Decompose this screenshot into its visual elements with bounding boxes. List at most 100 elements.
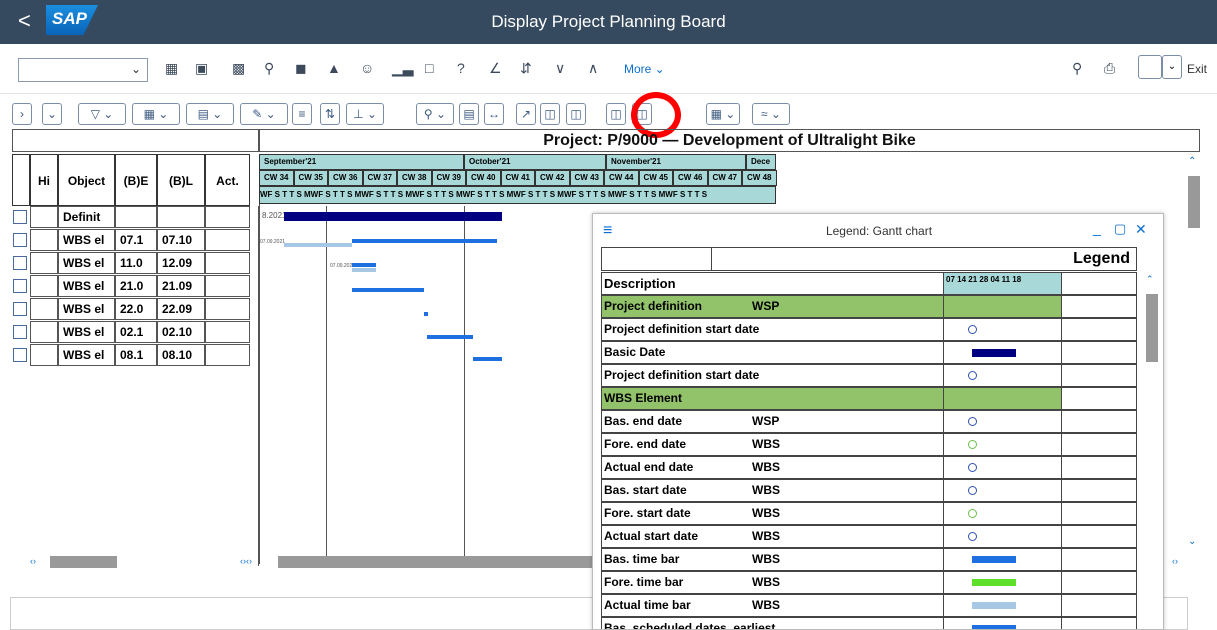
col-object-header[interactable]: Object — [58, 154, 115, 206]
row-checkbox[interactable] — [13, 210, 27, 224]
copy-button[interactable]: ◫ — [540, 103, 560, 125]
legend-description: Actual start date WBS — [602, 526, 944, 547]
col-bl-header[interactable]: (B)L — [157, 154, 205, 206]
edit-button[interactable]: ✎ ⌄ — [240, 103, 288, 125]
bar-date-label: 8.2021 — [262, 211, 287, 220]
close-icon[interactable]: ✕ — [1135, 221, 1147, 238]
row-checkbox[interactable] — [13, 256, 27, 270]
grid-icon[interactable]: ▦ — [165, 60, 178, 77]
shell-bar: < SAP Display Project Planning Board — [0, 0, 1217, 44]
row-checkbox[interactable] — [13, 233, 27, 247]
gantt-bar[interactable] — [424, 312, 428, 316]
collapse-icon[interactable]: ∨ — [555, 60, 565, 77]
table-cell: 02.10 — [157, 321, 205, 343]
more-menu[interactable]: More ⌄ — [624, 62, 665, 76]
scroll-left-icon[interactable]: ‹›‹› — [240, 556, 252, 566]
fit-width-button[interactable]: ↔ — [484, 103, 504, 125]
table-cell[interactable]: WBS el — [58, 229, 115, 251]
filter-button[interactable]: ▽ ⌄ — [78, 103, 126, 125]
row-checkbox[interactable] — [13, 348, 27, 362]
find-icon[interactable]: ⚲ — [264, 60, 274, 77]
legend-row: Fore. start date WBS — [601, 502, 1137, 525]
col-act-header[interactable]: Act. — [205, 154, 250, 206]
vertical-scrollbar[interactable] — [1188, 176, 1200, 228]
table-cell[interactable]: WBS el — [58, 321, 115, 343]
layout-button[interactable]: ▦ ⌄ — [132, 103, 180, 125]
search-icon[interactable]: ⚲ — [1072, 60, 1082, 77]
maximize-icon[interactable]: ▢ — [1114, 221, 1126, 237]
scroll-up-icon[interactable]: ⌃ — [1146, 274, 1154, 285]
settings-dropdown-button[interactable]: ⌄ — [1162, 55, 1182, 79]
col-select-header — [12, 154, 30, 206]
scroll-right-icon[interactable]: ‹› — [1172, 556, 1178, 566]
month-header: September'21 — [259, 154, 464, 170]
gantt-bar[interactable] — [352, 239, 497, 243]
time-bar-icon — [972, 556, 1016, 563]
print-preview-button[interactable]: ◫ — [606, 103, 626, 125]
horizontal-scrollbar[interactable] — [50, 556, 117, 568]
chart-icon[interactable]: ▁▃ — [392, 60, 414, 77]
col-hi-header[interactable]: Hi — [30, 154, 58, 206]
legend-row: Bas. time bar WBS — [601, 548, 1137, 571]
paste-button[interactable]: ◫ — [566, 103, 586, 125]
sort-button[interactable]: ⇅ — [320, 103, 340, 125]
gantt-bar[interactable] — [427, 335, 473, 339]
row-hierarchy — [30, 321, 58, 343]
table-cell[interactable]: WBS el — [58, 344, 115, 366]
save-icon[interactable]: ▩ — [232, 60, 245, 77]
table-cell[interactable]: WBS el — [58, 252, 115, 274]
info-icon[interactable]: ◼ — [295, 60, 307, 77]
zoom-button[interactable]: ⚲ ⌄ — [416, 103, 454, 125]
legend-row: Actual end date WBS — [601, 456, 1137, 479]
gantt-bar[interactable] — [284, 243, 352, 247]
graph-icon[interactable]: ∠ — [489, 60, 502, 77]
legend-vertical-scrollbar[interactable] — [1146, 294, 1158, 362]
nav-next-button[interactable]: › — [12, 103, 32, 125]
legend-symbol — [944, 572, 1062, 593]
print-icon[interactable]: ⎙ — [1104, 60, 1115, 77]
row-checkbox[interactable] — [13, 325, 27, 339]
tools-button[interactable]: ≈ ⌄ — [752, 103, 790, 125]
gantt-bar[interactable] — [352, 268, 376, 272]
legend-description-text: Fore. time bar — [604, 575, 684, 589]
scroll-down-icon[interactable]: ⌄ — [1188, 536, 1196, 547]
legend-symbol — [944, 388, 1062, 409]
refresh-icon[interactable]: ⇵ — [520, 60, 532, 77]
legend-description-text: Basic Date — [604, 345, 666, 359]
document-icon[interactable]: □ — [425, 60, 433, 76]
link-button[interactable]: ↗ — [516, 103, 536, 125]
key-icon[interactable]: ? — [457, 60, 465, 76]
row-hierarchy — [30, 298, 58, 320]
table-cell[interactable]: WBS el — [58, 298, 115, 320]
insert-button[interactable]: ≡ — [292, 103, 312, 125]
gantt-bar[interactable] — [284, 212, 502, 221]
table-cell[interactable]: WBS el — [58, 275, 115, 297]
table-cell — [157, 206, 205, 228]
hat-icon[interactable]: ▲ — [327, 60, 341, 76]
col-be-header[interactable]: (B)E — [115, 154, 157, 206]
minimize-icon[interactable]: _ — [1093, 220, 1101, 236]
pin-button[interactable]: ⊥ ⌄ — [346, 103, 384, 125]
grid-outline-icon[interactable]: ▣ — [195, 60, 208, 77]
align-button[interactable]: ▤ ⌄ — [186, 103, 234, 125]
scroll-left-icon[interactable]: ‹› — [30, 556, 36, 566]
align-left-button[interactable]: ▤ — [459, 103, 479, 125]
gantt-bar[interactable] — [352, 288, 424, 292]
variant-dropdown[interactable]: ⌄ — [18, 58, 148, 82]
table-cell — [205, 229, 250, 251]
scroll-up-icon[interactable]: ⌃ — [1188, 156, 1196, 167]
gantt-bar[interactable] — [352, 263, 376, 267]
horizontal-scrollbar[interactable] — [278, 556, 594, 568]
row-checkbox[interactable] — [13, 279, 27, 293]
expand-icon[interactable]: ∧ — [588, 60, 598, 77]
exit-button[interactable]: Exit — [1187, 62, 1207, 76]
toolbar — [0, 44, 1217, 94]
color-button[interactable]: ▦ ⌄ — [706, 103, 740, 125]
person-icon[interactable]: ☺ — [360, 60, 374, 76]
table-cell[interactable]: Definit — [58, 206, 115, 228]
nav-dropdown-button[interactable]: ⌄ — [42, 103, 62, 125]
gantt-bar[interactable] — [473, 357, 502, 361]
row-checkbox[interactable] — [13, 302, 27, 316]
settings-button[interactable] — [1138, 55, 1162, 79]
row-hierarchy — [30, 206, 58, 228]
